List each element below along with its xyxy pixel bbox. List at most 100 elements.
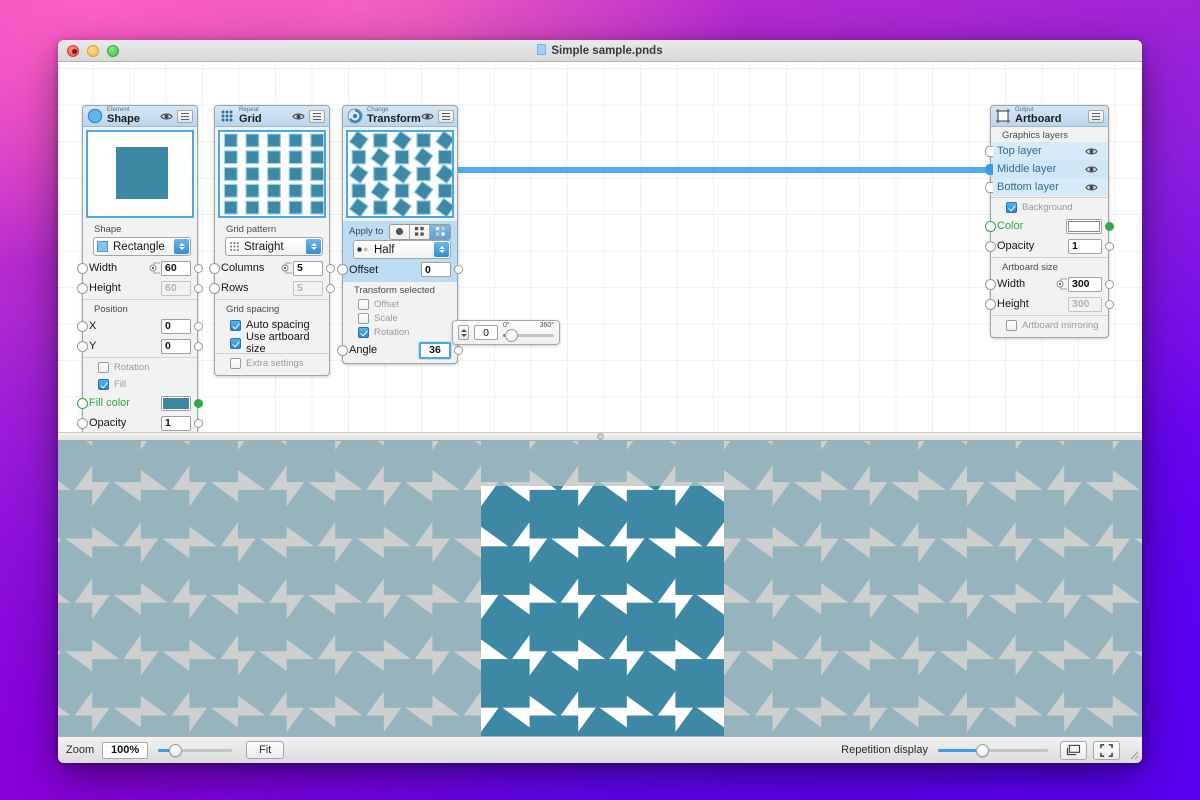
artboard-color-row[interactable]: Color [991,216,1108,236]
hamburger-icon[interactable] [438,110,454,123]
hamburger-icon[interactable] [1088,110,1104,123]
port-columns-out[interactable] [326,264,335,273]
port-fill-color[interactable] [77,398,88,409]
port-top-layer[interactable] [985,146,993,157]
zoom-button[interactable] [107,45,119,57]
layer-middle-row[interactable]: Middle layer [991,160,1108,178]
artboard-width-row[interactable]: Width 300 [991,274,1108,294]
artboard-mirroring-row[interactable]: Artboard mirroring [991,317,1108,334]
auto-spacing-checkbox[interactable] [230,320,241,331]
angle-stepper-field[interactable]: 0 [474,325,498,340]
shape-height-row[interactable]: Height 60 [83,278,197,298]
port-y[interactable] [77,341,88,352]
angle-popover[interactable]: 0 0° 360° [452,320,560,345]
node-transform-header[interactable]: Change Transform [343,106,457,127]
half-dots-icon[interactable] [430,225,450,239]
shape-y-row[interactable]: Y 0 [83,336,197,356]
port-x-out[interactable] [194,322,203,331]
apply-to-row[interactable]: Apply to [343,221,457,240]
port-artboard-color[interactable] [985,221,996,232]
layer-top-row[interactable]: Top layer [991,142,1108,160]
artboard-opacity-row[interactable]: Opacity 1 [991,236,1108,256]
offset-field[interactable]: 0 [421,262,451,277]
shape-x-row[interactable]: X 0 [83,316,197,336]
port-width-out[interactable] [194,264,203,273]
artboard-height-row[interactable]: Height 300 [991,294,1108,314]
node-transform[interactable]: Change Transform Apply to [342,105,458,364]
node-grid[interactable]: Repeat Grid Grid pattern [214,105,330,376]
port-artboard-height-out[interactable] [1105,300,1114,309]
artboard-width-field[interactable]: 300 [1068,277,1102,292]
shape-fill-row[interactable]: Fill [83,376,197,393]
artboard-color-swatch[interactable] [1066,219,1102,234]
chevron-updown-icon[interactable] [434,242,449,257]
eye-icon[interactable] [421,112,434,121]
eye-icon[interactable] [1085,183,1098,192]
shape-opacity-row[interactable]: Opacity 1 [83,413,197,433]
port-artboard-opacity[interactable] [985,241,996,252]
node-grid-header[interactable]: Repeat Grid [215,106,329,127]
port-opacity[interactable] [77,418,88,429]
shape-width-field[interactable]: 60 [161,261,191,276]
port-height[interactable] [77,283,88,294]
grid-rows-field[interactable]: 5 [293,281,323,296]
resize-grip[interactable] [1126,747,1139,760]
port-offset-out[interactable] [454,265,463,274]
eye-icon[interactable] [292,112,305,121]
minimize-button[interactable] [87,45,99,57]
port-rows-out[interactable] [326,284,335,293]
grid-pattern-popup[interactable]: Straight [225,237,323,256]
angle-row[interactable]: Angle 36 [343,339,457,361]
eye-icon[interactable] [1085,147,1098,156]
port-artboard-opacity-out[interactable] [1105,242,1114,251]
port-artboard-width-out[interactable] [1105,280,1114,289]
shape-y-field[interactable]: 0 [161,339,191,354]
port-fill-color-out[interactable] [194,399,203,408]
background-checkbox[interactable] [1006,202,1017,213]
node-graph-canvas[interactable]: Element Shape Shape Rectangle Width [58,62,1142,454]
shape-height-field[interactable]: 60 [161,281,191,296]
port-columns[interactable] [209,263,220,274]
grid-rows-row[interactable]: Rows 5 [215,278,329,298]
use-artboard-size-row[interactable]: Use artboard size [215,334,329,352]
port-bottom-layer[interactable] [985,182,993,193]
use-artboard-size-checkbox[interactable] [230,338,241,349]
panel-splitter[interactable] [58,432,1142,441]
angle-slider-thumb[interactable] [505,329,518,342]
hamburger-icon[interactable] [309,110,325,123]
eye-icon[interactable] [160,112,173,121]
transform-rotation-checkbox[interactable] [358,327,369,338]
node-artboard[interactable]: Output Artboard Graphics layers Top laye… [990,105,1109,338]
zoom-slider-thumb[interactable] [169,744,182,757]
transform-offset-check-row[interactable]: Offset [343,297,457,311]
angle-field[interactable]: 36 [419,342,451,359]
fullscreen-icon[interactable] [1093,741,1120,760]
port-artboard-width[interactable] [985,279,996,290]
port-y-out[interactable] [194,342,203,351]
rotation-checkbox[interactable] [98,362,109,373]
node-artboard-header[interactable]: Output Artboard [991,106,1108,127]
port-width[interactable] [77,263,88,274]
port-rows[interactable] [209,283,220,294]
single-dot-icon[interactable] [390,225,410,239]
transform-scale-check-row[interactable]: Scale [343,311,457,325]
chevron-updown-icon[interactable] [306,239,321,254]
apply-to-popup[interactable]: Half [353,240,451,259]
shape-width-row[interactable]: Width 60 [83,258,197,278]
transform-offset-checkbox[interactable] [358,299,369,310]
fit-button[interactable]: Fit [246,741,284,759]
shape-type-popup[interactable]: Rectangle [93,237,191,256]
port-angle-out[interactable] [454,346,463,355]
repetition-slider[interactable] [938,742,1048,759]
layer-bottom-row[interactable]: Bottom layer [991,178,1108,196]
angle-stepper[interactable] [458,325,469,340]
port-middle-layer[interactable] [985,164,993,175]
chevron-updown-icon[interactable] [174,239,189,254]
fill-color-row[interactable]: Fill color [83,393,197,413]
node-shape-header[interactable]: Element Shape [83,106,197,127]
artboard-mirroring-checkbox[interactable] [1006,320,1017,331]
node-shape[interactable]: Element Shape Shape Rectangle Width [82,105,198,454]
artboard-height-field[interactable]: 300 [1068,297,1102,312]
zoom-slider[interactable] [158,742,232,759]
extra-settings-row[interactable]: Extra settings [215,355,329,372]
